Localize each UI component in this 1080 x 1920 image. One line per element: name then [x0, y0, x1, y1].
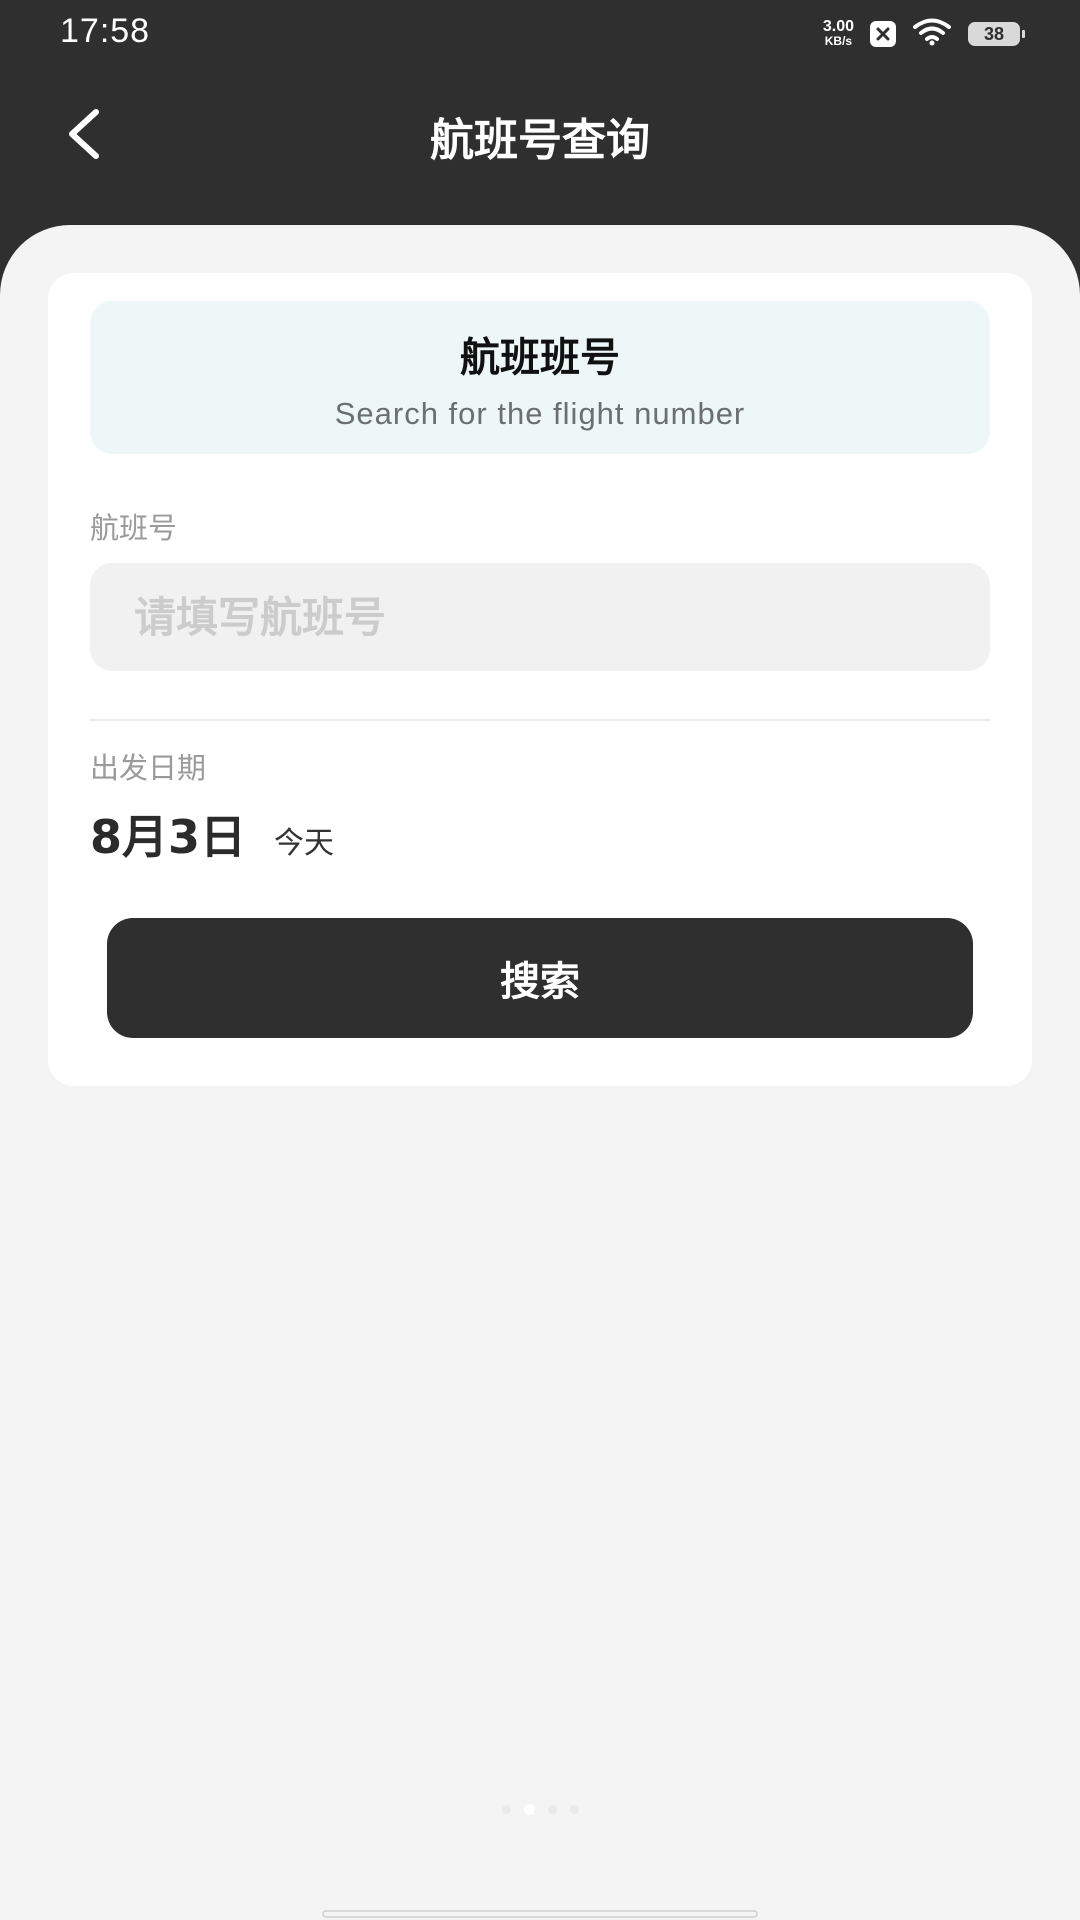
home-indicator[interactable] [322, 1910, 758, 1918]
app-header: 航班号查询 [0, 66, 1080, 206]
departure-date-label: 出发日期 [90, 751, 207, 785]
network-speed-value: 3.00 [822, 18, 854, 35]
flight-number-input[interactable] [90, 563, 990, 671]
search-card: 航班班号 Search for the flight number 航班号 出发… [48, 273, 1032, 1086]
page-indicator [0, 1804, 1080, 1815]
banner-subtitle: Search for the flight number [334, 396, 746, 431]
battery-icon: 38 [968, 22, 1025, 46]
status-time: 17:58 [60, 12, 151, 50]
flight-number-label: 航班号 [90, 511, 178, 545]
departure-date-relative: 今天 [274, 826, 335, 861]
wifi-icon [912, 18, 952, 50]
page-dot [547, 1805, 557, 1814]
main-content: 航班班号 Search for the flight number 航班号 出发… [0, 225, 1080, 1920]
departure-date-value: 8月3日 [90, 810, 247, 864]
banner-title: 航班班号 [460, 335, 620, 381]
page-dot [501, 1805, 511, 1814]
page-dot-active [523, 1804, 535, 1815]
status-icons: 3.00 KB/s 38 [822, 16, 1025, 52]
divider [90, 719, 990, 721]
close-notification-icon [870, 21, 896, 47]
search-banner: 航班班号 Search for the flight number [90, 301, 990, 454]
page-title: 航班号查询 [430, 115, 650, 166]
network-speed-unit: KB/s [824, 34, 853, 48]
network-speed: 3.00 KB/s [822, 18, 854, 49]
search-button[interactable]: 搜索 [107, 918, 973, 1038]
page-dot [569, 1805, 579, 1814]
departure-date-picker[interactable]: 8月3日 今天 [90, 801, 334, 867]
status-bar: 17:58 3.00 KB/s 38 [0, 0, 1080, 66]
